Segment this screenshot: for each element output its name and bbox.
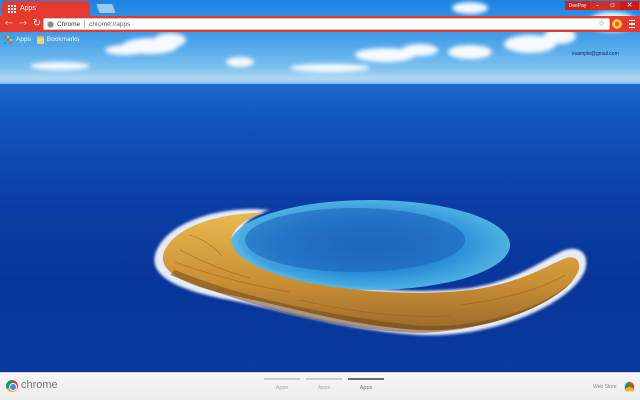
url-text[interactable]: chrome://apps: [89, 21, 130, 28]
forward-button[interactable]: →: [17, 18, 29, 30]
bookmark-label: Apps: [16, 36, 31, 43]
back-button[interactable]: ←: [3, 18, 15, 30]
site-label: Chrome: [57, 20, 81, 28]
profile-button[interactable]: DeePay: [565, 1, 590, 10]
bookmarks-bar: Apps Bookmarks: [0, 33, 640, 46]
arrow-left-icon: ←: [4, 18, 14, 29]
tab-title: Apps: [20, 5, 36, 12]
page-indicator: [264, 378, 300, 380]
apps-grid-icon: [8, 4, 16, 13]
account-email[interactable]: example@gmail.com: [572, 51, 619, 57]
reload-button[interactable]: ↻: [31, 18, 43, 30]
chrome-page-icon: [47, 20, 54, 28]
tab-apps[interactable]: Apps: [2, 1, 90, 16]
page-indicator: [306, 378, 342, 380]
page-label: Apps: [359, 385, 373, 391]
bookmark-apps[interactable]: Apps: [4, 35, 31, 44]
page-label: Apps: [275, 385, 289, 391]
wallpaper-theme-image: [0, 0, 640, 372]
menu-icon[interactable]: [627, 19, 636, 29]
page-switcher-tab[interactable]: Apps: [306, 378, 342, 394]
divider: [84, 20, 86, 28]
page-switcher-tab[interactable]: Apps: [264, 378, 300, 394]
page-label: Apps: [317, 385, 331, 391]
minimize-button[interactable]: –: [590, 1, 605, 10]
new-tab-button[interactable]: [96, 4, 116, 13]
maximize-button[interactable]: ▫: [605, 1, 620, 10]
web-store-link[interactable]: Web Store: [593, 384, 617, 390]
reload-icon: ↻: [32, 18, 42, 29]
bookmark-label: Bookmarks: [46, 36, 80, 43]
bookmark-star-icon[interactable]: ☆: [598, 19, 605, 29]
tab-strip: Apps DeePay – ▫ ✕: [0, 0, 640, 16]
extension-icon[interactable]: [612, 19, 622, 29]
arrow-right-icon: →: [18, 18, 28, 29]
page-indicator: [348, 378, 384, 380]
close-window-button[interactable]: ✕: [620, 1, 639, 10]
bookmark-folder[interactable]: Bookmarks: [36, 35, 80, 44]
folder-icon: [36, 35, 44, 44]
bottom-bar: chrome Apps Apps Apps Web Store: [0, 372, 640, 400]
chrome-wordmark: chrome: [21, 379, 58, 391]
chrome-logo-icon: [6, 380, 18, 392]
apps-grid-icon: [4, 35, 12, 44]
web-store-icon[interactable]: [624, 381, 635, 392]
page-switcher-tab-active[interactable]: Apps: [348, 378, 384, 394]
address-bar[interactable]: Chrome chrome://apps ☆: [43, 18, 610, 30]
toolbar: ← → ↻ Chrome chrome://apps ☆: [0, 16, 640, 32]
